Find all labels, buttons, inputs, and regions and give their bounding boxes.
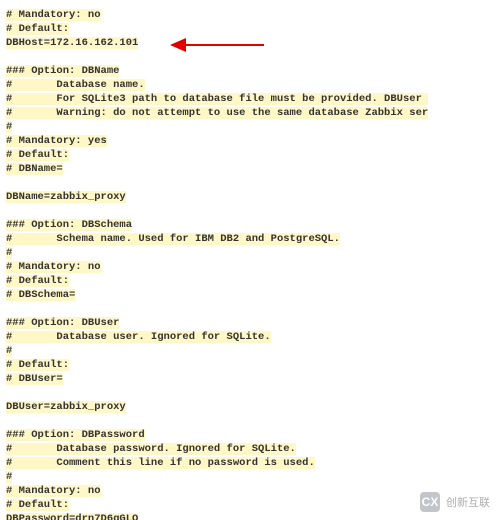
line: # Default: xyxy=(6,23,69,35)
line: # For SQLite3 path to database file must… xyxy=(6,93,428,105)
line: # Database name. xyxy=(6,79,145,91)
line: # DBName= xyxy=(6,163,63,175)
watermark-icon: CX xyxy=(420,492,440,512)
line: # Comment this line if no password is us… xyxy=(6,457,315,469)
line: ### Option: DBSchema xyxy=(6,219,132,231)
arrow-line xyxy=(184,44,264,46)
line: # xyxy=(6,471,12,483)
line: ### Option: DBUser xyxy=(6,317,119,329)
line: # Schema name. Used for IBM DB2 and Post… xyxy=(6,233,340,245)
watermark-text: 创新互联 xyxy=(446,494,490,510)
line-db-host: DBHost=172.16.162.101 xyxy=(6,37,138,49)
line: # DBUser= xyxy=(6,373,63,385)
line: # Default: xyxy=(6,499,69,511)
line-db-password: DBPassword=drn7D6gGLO xyxy=(6,513,138,520)
line: # Warning: do not attempt to use the sam… xyxy=(6,107,428,119)
line: ### Option: DBName xyxy=(6,65,119,77)
line: # xyxy=(6,247,12,259)
line: # Default: xyxy=(6,149,69,161)
line: # xyxy=(6,121,12,133)
line: ### Option: DBPassword xyxy=(6,429,145,441)
line: # Database user. Ignored for SQLite. xyxy=(6,331,271,343)
line-db-user: DBUser=zabbix_proxy xyxy=(6,401,126,413)
line: # Mandatory: no xyxy=(6,261,101,273)
line: # Default: xyxy=(6,275,69,287)
line: # Mandatory: no xyxy=(6,485,101,497)
line-db-name: DBName=zabbix_proxy xyxy=(6,191,126,203)
line: # Default: xyxy=(6,359,69,371)
watermark: CX 创新互联 xyxy=(420,492,490,512)
config-file-text: # Mandatory: no # Default: DBHost=172.16… xyxy=(0,0,500,520)
line: # Mandatory: yes xyxy=(6,135,107,147)
line: # Mandatory: no xyxy=(6,9,101,21)
line: # DBSchema= xyxy=(6,289,75,301)
line: # xyxy=(6,345,12,357)
line: # Database password. Ignored for SQLite. xyxy=(6,443,296,455)
